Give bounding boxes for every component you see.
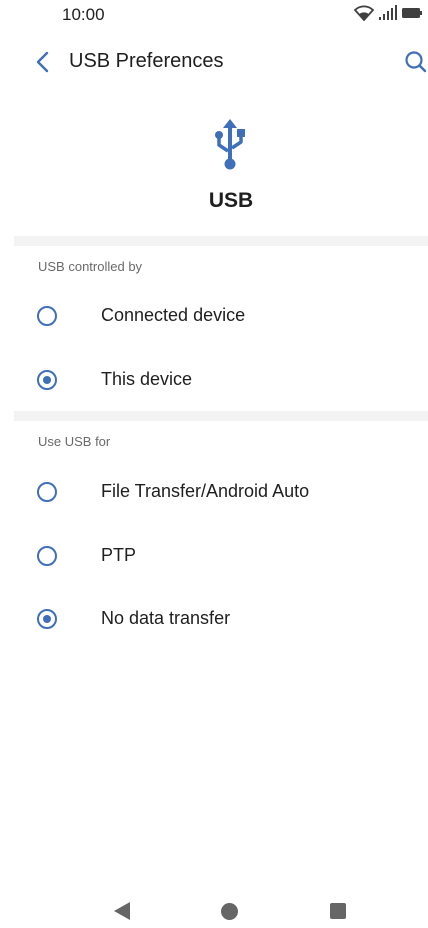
nav-back-icon[interactable] xyxy=(114,902,130,920)
option-ptp[interactable]: PTP xyxy=(0,528,428,584)
radio-button[interactable] xyxy=(37,609,57,629)
status-time: 10:00 xyxy=(62,5,105,24)
radio-button[interactable] xyxy=(37,482,57,502)
section-divider xyxy=(14,411,428,421)
radio-button[interactable] xyxy=(37,546,57,566)
radio-button[interactable] xyxy=(37,306,57,326)
battery-icon xyxy=(402,8,422,18)
navigation-bar xyxy=(0,880,428,928)
page-title: USB Preferences xyxy=(69,50,224,72)
section-header-usb-controlled-by: USB controlled by xyxy=(38,259,143,274)
search-button[interactable] xyxy=(400,48,428,76)
nav-home-icon[interactable] xyxy=(221,903,238,920)
radio-button[interactable] xyxy=(37,370,57,390)
search-icon xyxy=(405,51,427,73)
option-label: File Transfer/Android Auto xyxy=(101,481,310,501)
usb-header-label: USB xyxy=(208,189,254,212)
nav-recents-icon[interactable] xyxy=(330,903,346,919)
option-label: PTP xyxy=(101,545,137,565)
signal-icon xyxy=(379,5,397,20)
option-label: This device xyxy=(101,369,193,389)
option-label: No data transfer xyxy=(101,608,231,628)
status-icons xyxy=(354,5,422,21)
section-header-use-usb-for: Use USB for xyxy=(38,434,111,449)
wifi-icon xyxy=(354,5,374,21)
option-label: Connected device xyxy=(101,305,246,325)
option-this-device[interactable]: This device xyxy=(0,352,428,408)
usb-icon xyxy=(215,119,245,170)
option-no-data-transfer[interactable]: No data transfer xyxy=(0,591,428,647)
option-file-transfer[interactable]: File Transfer/Android Auto xyxy=(0,464,428,520)
option-connected-device[interactable]: Connected device xyxy=(0,288,428,344)
app-bar: USB Preferences xyxy=(0,36,428,88)
section-divider xyxy=(14,236,428,246)
status-bar: 10:00 xyxy=(0,0,428,32)
back-arrow-icon xyxy=(36,51,49,73)
back-button[interactable] xyxy=(30,50,56,74)
